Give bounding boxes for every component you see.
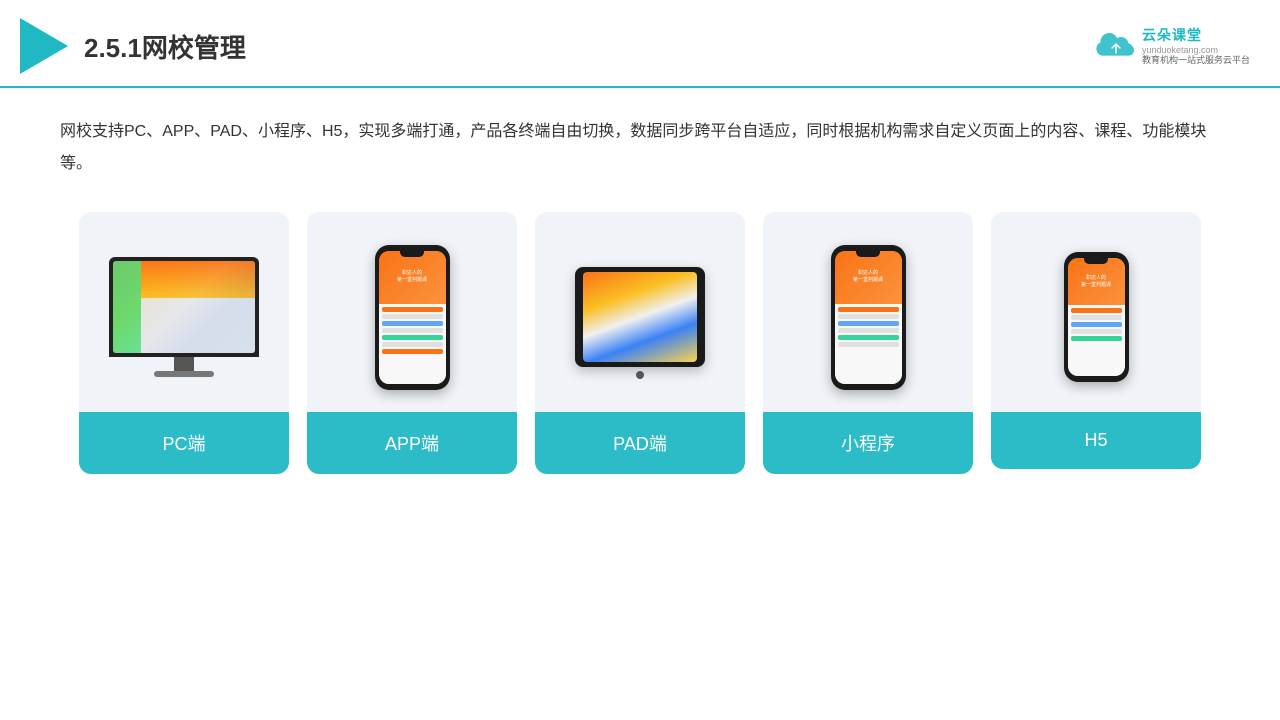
h5-bar-2 — [1071, 315, 1122, 320]
tablet-outer — [575, 267, 705, 367]
h5-label: H5 — [991, 412, 1201, 469]
pad-label: PAD端 — [535, 412, 745, 474]
mp-bar-5 — [838, 335, 899, 340]
h5-bar-4 — [1071, 329, 1122, 334]
h5-phone-notch — [1084, 258, 1108, 264]
mp-bar-2 — [838, 314, 899, 319]
tablet-home-button — [636, 371, 644, 379]
tablet-mockup — [575, 267, 705, 367]
page-header: 2.5.1网校管理 云朵课堂 yunduoketang.com 教育机构一站式服… — [0, 0, 1280, 88]
mp-bar-6 — [838, 342, 899, 347]
device-cards-section: PC端 职达人的第一堂判题课 — [60, 212, 1220, 474]
pc-mockup — [109, 257, 259, 377]
phone-screen-bottom — [379, 304, 446, 384]
cloud-icon — [1094, 31, 1136, 61]
miniprogram-label: 小程序 — [763, 412, 973, 474]
phone-outer: 职达人的第一堂判题课 — [375, 245, 450, 390]
h5-bar-3 — [1071, 322, 1122, 327]
mini-bar-3 — [382, 321, 443, 326]
tablet-screen — [583, 272, 697, 362]
brand-name: 云朵课堂 — [1142, 25, 1202, 45]
card-pc: PC端 — [79, 212, 289, 474]
pc-preview — [79, 212, 289, 412]
mini-bar-5 — [382, 335, 443, 340]
phone-screen: 职达人的第一堂判题课 — [379, 251, 446, 384]
pc-screen-inner — [113, 261, 255, 353]
miniprogram-phone-outer: 职达人的第一堂判题课 — [831, 245, 906, 390]
pc-label: PC端 — [79, 412, 289, 474]
brand-text: 云朵课堂 yunduoketang.com 教育机构一站式服务云平台 — [1142, 25, 1250, 67]
h5-phone-mockup: 职达人的第一堂判题课 — [1064, 252, 1129, 382]
app-preview: 职达人的第一堂判题课 — [307, 212, 517, 412]
h5-bar-5 — [1071, 336, 1122, 341]
h5-phone-outer: 职达人的第一堂判题课 — [1064, 252, 1129, 382]
brand-triangle-icon — [20, 18, 68, 74]
h5-preview: 职达人的第一堂判题课 — [991, 212, 1201, 412]
mini-bar-6 — [382, 342, 443, 347]
card-miniprogram: 职达人的第一堂判题课 — [763, 212, 973, 474]
phone-mockup: 职达人的第一堂判题课 — [375, 245, 450, 390]
description-text: 网校支持PC、APP、PAD、小程序、H5，实现多端打通，产品各终端自由切换，数… — [60, 116, 1220, 180]
brand-url: yunduoketang.com — [1142, 45, 1218, 55]
main-content: 网校支持PC、APP、PAD、小程序、H5，实现多端打通，产品各终端自由切换，数… — [0, 88, 1280, 494]
h5-phone-screen: 职达人的第一堂判题课 — [1068, 258, 1125, 376]
card-app: 职达人的第一堂判题课 — [307, 212, 517, 474]
mini-bar-1 — [382, 307, 443, 312]
miniprogram-preview: 职达人的第一堂判题课 — [763, 212, 973, 412]
h5-bar-1 — [1071, 308, 1122, 313]
miniprogram-phone-mockup: 职达人的第一堂判题课 — [831, 245, 906, 390]
header-left: 2.5.1网校管理 — [20, 18, 246, 74]
miniprogram-phone-notch — [856, 251, 880, 257]
mini-bar-2 — [382, 314, 443, 319]
pc-screen-outer — [109, 257, 259, 357]
pc-stand — [174, 357, 194, 371]
brand-logo: 云朵课堂 yunduoketang.com 教育机构一站式服务云平台 — [1094, 25, 1250, 67]
miniprogram-phone-screen: 职达人的第一堂判题课 — [835, 251, 902, 384]
app-label: APP端 — [307, 412, 517, 474]
pad-preview — [535, 212, 745, 412]
phone-notch — [400, 251, 424, 257]
miniprogram-screen-content: 职达人的第一堂判题课 — [835, 251, 902, 384]
page-title: 2.5.1网校管理 — [84, 28, 246, 65]
mini-bar-4 — [382, 328, 443, 333]
card-h5: 职达人的第一堂判题课 — [991, 212, 1201, 469]
phone-screen-content: 职达人的第一堂判题课 — [379, 251, 446, 384]
miniprogram-screen-bottom — [835, 304, 902, 384]
header-right: 云朵课堂 yunduoketang.com 教育机构一站式服务云平台 — [1094, 25, 1250, 67]
mp-bar-4 — [838, 328, 899, 333]
phone-screen-top: 职达人的第一堂判题课 — [379, 251, 446, 304]
pc-base — [154, 371, 214, 377]
brand-slogan: 教育机构一站式服务云平台 — [1142, 55, 1250, 67]
card-pad: PAD端 — [535, 212, 745, 474]
mini-bar-7 — [382, 349, 443, 354]
mp-bar-1 — [838, 307, 899, 312]
h5-screen-content: 职达人的第一堂判题课 — [1068, 258, 1125, 376]
h5-screen-bottom — [1068, 305, 1125, 376]
h5-screen-top: 职达人的第一堂判题课 — [1068, 258, 1125, 305]
mp-bar-3 — [838, 321, 899, 326]
miniprogram-screen-top: 职达人的第一堂判题课 — [835, 251, 902, 304]
